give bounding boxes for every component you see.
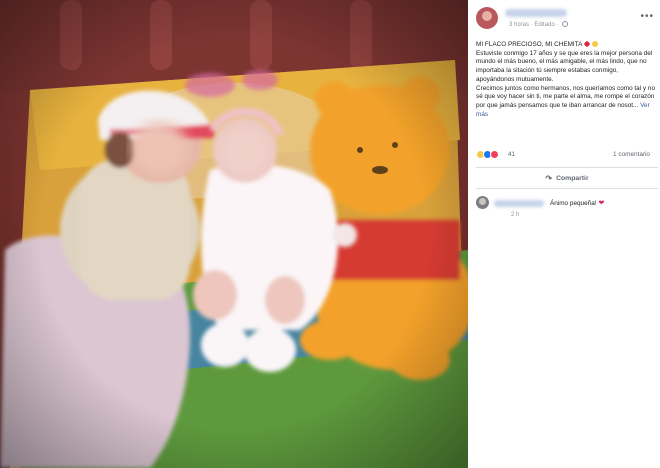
post-text: MI FLACO PRECIOSO, MI CHEMITA Estuviste … [476, 40, 658, 119]
sad-emoji-icon [592, 41, 599, 47]
commenter-avatar[interactable] [476, 196, 489, 209]
post-photo[interactable] [0, 0, 468, 468]
heart-emoji-icon: ❤ [598, 200, 605, 207]
commenter-name-redacted[interactable] [494, 199, 544, 207]
globe-icon [562, 21, 569, 27]
share-icon: ↷ [545, 173, 553, 183]
comment-item: Ánimo pequeña! ❤ 2 h [476, 196, 658, 222]
share-label: Compartir [556, 174, 589, 182]
post-text-line: Estuviste conmigo 17 años y se que eres … [476, 49, 653, 83]
post-header: 3 horas · Editado · ••• [476, 7, 656, 33]
post-timestamp[interactable]: 3 horas [509, 22, 529, 28]
edited-label[interactable]: Editado [534, 22, 554, 28]
share-button[interactable]: ↷ Compartir [476, 170, 658, 186]
divider [476, 167, 658, 168]
divider [476, 188, 658, 189]
post-meta: 3 horas · Editado · [509, 21, 569, 28]
post-text-line: Crecimos juntos como hermanos, nos querí… [476, 84, 656, 118]
comment-text: Ánimo pequeña! [550, 199, 597, 207]
reactions-bar: 41 1 comentario [476, 150, 658, 162]
author-name-redacted[interactable] [505, 9, 567, 17]
post-text-line: MI FLACO PRECIOSO, MI CHEMITA [476, 40, 658, 50]
comment-bubble: Ánimo pequeña! ❤ [494, 197, 604, 209]
more-dots-icon[interactable]: ••• [640, 11, 654, 22]
comment-count[interactable]: 1 comentario [613, 151, 650, 158]
love-reaction-icon[interactable] [490, 150, 499, 159]
comment-time[interactable]: 2 h [511, 212, 519, 218]
post-sidebar: 3 horas · Editado · ••• MI FLACO PRECIOS… [468, 0, 660, 468]
photo-image [0, 0, 468, 468]
author-avatar[interactable] [476, 7, 498, 29]
meta-separator: · [556, 22, 561, 28]
heart-emoji-icon [584, 40, 591, 48]
reaction-count[interactable]: 41 [508, 151, 515, 158]
